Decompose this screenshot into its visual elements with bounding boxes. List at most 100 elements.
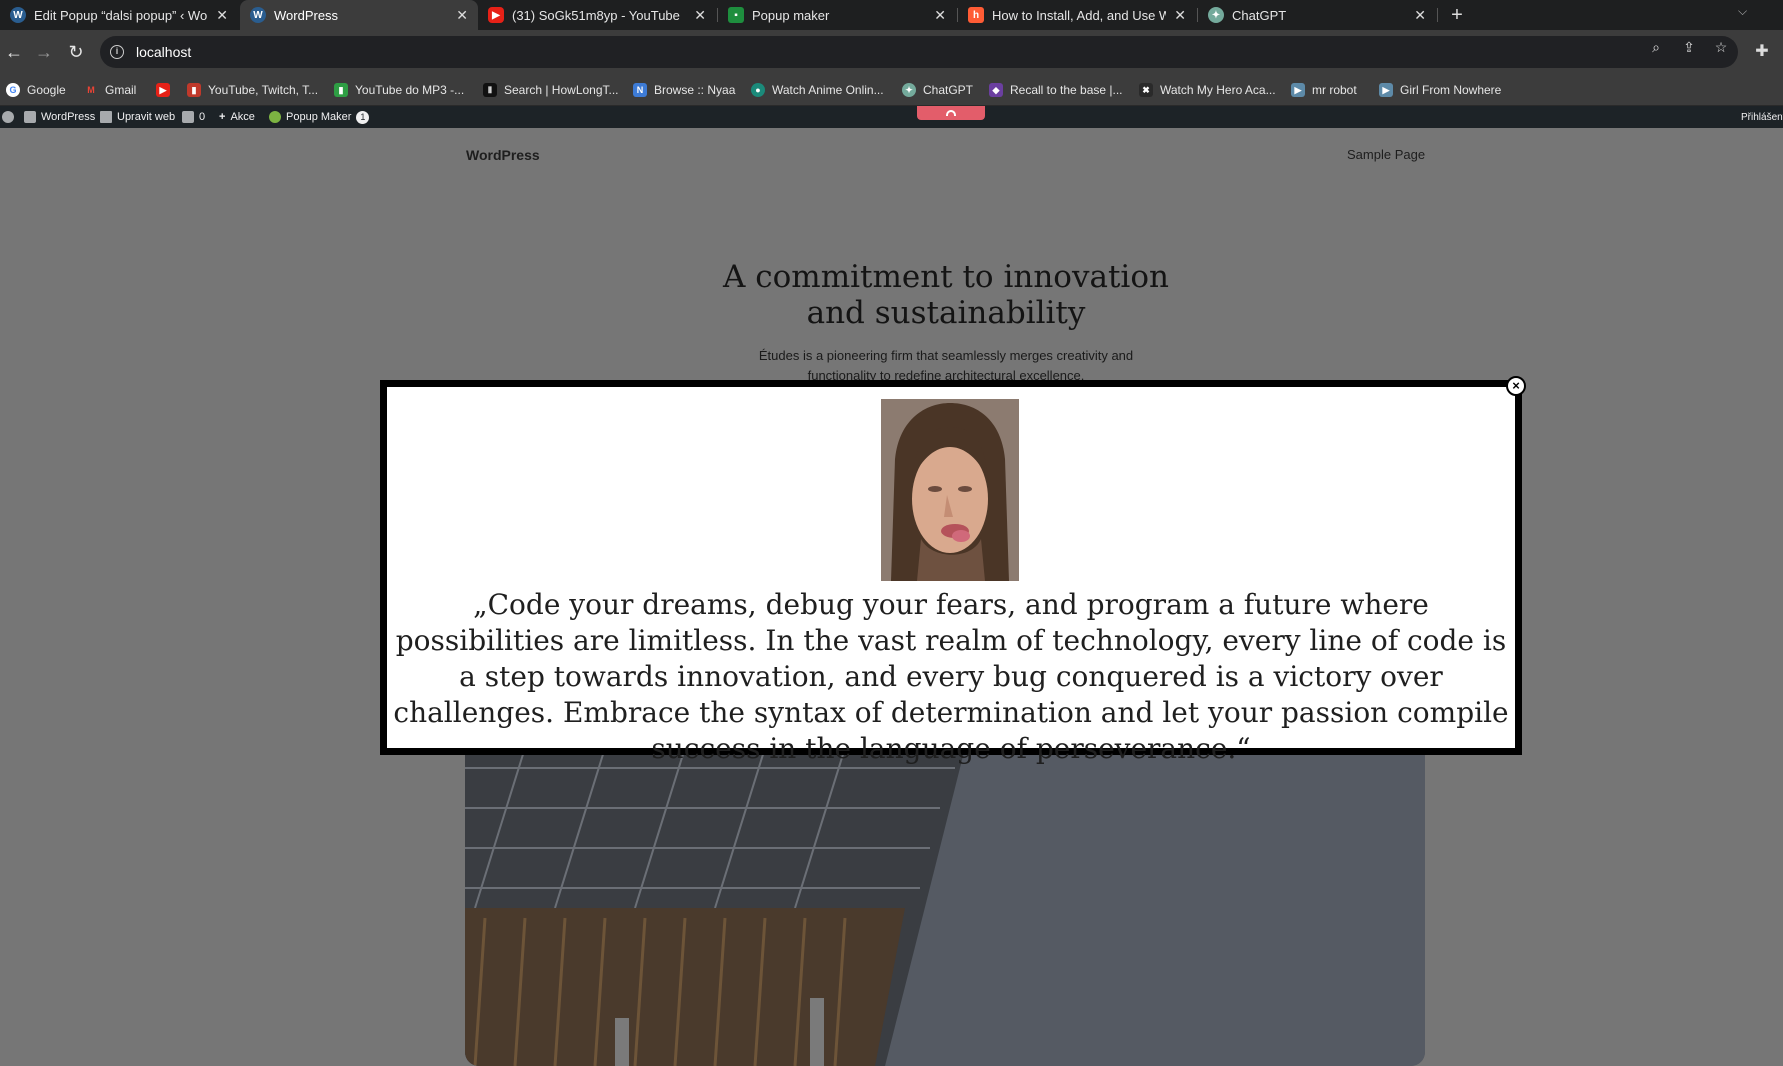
bookmark-label: Google bbox=[27, 83, 66, 97]
bookmark-label: Watch Anime Onlin... bbox=[772, 83, 884, 97]
media-icon: ▶ bbox=[1379, 83, 1393, 97]
close-icon[interactable]: ✕ bbox=[456, 7, 468, 24]
adminbar-customize-label: Upravit web bbox=[117, 111, 176, 123]
chevron-up-icon bbox=[946, 110, 956, 116]
adminbar-comments[interactable]: 0 bbox=[182, 106, 205, 128]
adminbar-site-link[interactable]: WordPress bbox=[24, 106, 95, 128]
tab-edit-popup[interactable]: W Edit Popup “dalsi popup” ‹ Word ✕ bbox=[0, 0, 238, 30]
wordpress-icon bbox=[2, 111, 14, 123]
comment-icon bbox=[182, 111, 194, 123]
portrait-illustration bbox=[881, 399, 1019, 581]
wp-logo-icon[interactable] bbox=[2, 106, 19, 128]
shield-icon: ◆ bbox=[989, 83, 1003, 97]
adminbar-popup-maker[interactable]: Popup Maker 1 bbox=[269, 106, 370, 128]
popup-maker-icon bbox=[269, 111, 281, 123]
nav-sample-page[interactable]: Sample Page bbox=[1347, 147, 1425, 162]
adminbar-customize-link[interactable]: Upravit web bbox=[100, 106, 175, 128]
popup-content: „Code your dreams, debug your fears, and… bbox=[387, 387, 1515, 765]
extensions-puzzle-icon[interactable]: ✚ bbox=[1750, 40, 1774, 64]
bookmark-google[interactable]: G Google bbox=[6, 80, 66, 100]
bookmark-girl-from-nowhere[interactable]: ▶ Girl From Nowhere bbox=[1379, 80, 1501, 100]
wordpress-icon: W bbox=[250, 7, 266, 23]
building-image bbox=[465, 748, 1425, 1066]
bookmark-chatgpt[interactable]: ✦ ChatGPT bbox=[902, 80, 973, 100]
close-icon[interactable]: ✕ bbox=[694, 7, 706, 24]
bookmark-label: Girl From Nowhere bbox=[1400, 83, 1502, 97]
nyaa-icon: N bbox=[633, 83, 647, 97]
adminbar-account[interactable]: Přihlášený bbox=[1741, 106, 1783, 128]
bookmark-label: Browse :: Nyaa bbox=[654, 83, 736, 97]
tab-search-chevron-icon[interactable]: ⌵ bbox=[1738, 4, 1747, 19]
popup-modal: „Code your dreams, debug your fears, and… bbox=[380, 380, 1522, 765]
media-icon: ▶ bbox=[1291, 83, 1305, 97]
bookmark-label: Recall to the base |... bbox=[1010, 83, 1123, 97]
close-icon[interactable]: ✕ bbox=[1174, 7, 1186, 24]
tab-youtube[interactable]: ▶ (31) SoGk51m8yp - YouTube ✕ bbox=[478, 0, 716, 30]
bookmark-label: ChatGPT bbox=[923, 83, 974, 97]
comments-count: 0 bbox=[199, 111, 206, 123]
adminbar-new-label: Akce bbox=[230, 111, 255, 123]
bookmark-mr-robot[interactable]: ▶ mr robot bbox=[1291, 80, 1357, 100]
chart-icon: ▮ bbox=[334, 83, 348, 97]
popup-close-button[interactable]: × bbox=[1506, 376, 1526, 396]
adminbar-site-label: WordPress bbox=[41, 111, 96, 123]
bookmark-youtube[interactable]: ▶ bbox=[156, 80, 177, 100]
close-icon[interactable]: ✕ bbox=[934, 7, 946, 24]
back-arrow-icon[interactable]: ← bbox=[2, 40, 26, 64]
bookmark-youtube-mp3[interactable]: ▮ YouTube do MP3 -... bbox=[334, 80, 464, 100]
bookmark-youtube-twitch[interactable]: ▮ YouTube, Twitch, T... bbox=[187, 80, 318, 100]
wp-admin-bar: WordPress Upravit web 0 + Akce Popup Mak… bbox=[0, 106, 1783, 128]
browser-toolbar: ← → ↻ i localhost ⌕ ⇪ ☆ ✚ bbox=[0, 30, 1783, 74]
adminbar-popup-label: Popup Maker bbox=[286, 111, 352, 123]
tab-label: WordPress bbox=[274, 7, 339, 23]
bookmark-gmail[interactable]: M Gmail bbox=[84, 80, 136, 100]
bookmark-watch-anime[interactable]: ● Watch Anime Onlin... bbox=[751, 80, 884, 100]
bookmark-label: YouTube, Twitch, T... bbox=[208, 83, 319, 97]
classroom-icon: ▪ bbox=[728, 7, 744, 23]
youtube-icon: ▶ bbox=[488, 7, 504, 23]
tab-hubspot[interactable]: h How to Install, Add, and Use Wo ✕ bbox=[958, 0, 1196, 30]
popup-portrait-image bbox=[881, 399, 1019, 581]
hubspot-icon: h bbox=[968, 7, 984, 23]
chatgpt-icon: ✦ bbox=[902, 83, 916, 97]
bookmark-label: Watch My Hero Aca... bbox=[1160, 83, 1276, 97]
popup-trigger-tab[interactable] bbox=[917, 106, 985, 120]
hero-heading: A commitment to innovation and sustainab… bbox=[723, 259, 1169, 331]
site-info-icon[interactable]: i bbox=[110, 45, 124, 59]
close-icon[interactable]: ✕ bbox=[1414, 7, 1426, 24]
hltb-icon: Ⅱ bbox=[483, 83, 497, 97]
site-title[interactable]: WordPress bbox=[466, 147, 540, 163]
tab-label: Edit Popup “dalsi popup” ‹ Word bbox=[34, 7, 209, 23]
bookmark-label: Search | HowLongT... bbox=[504, 83, 619, 97]
bookmarks-bar: G Google M Gmail ▶ ▮ YouTube, Twitch, T.… bbox=[0, 74, 1783, 106]
address-bar[interactable]: i localhost bbox=[100, 36, 1738, 68]
brush-icon bbox=[100, 111, 112, 123]
bookmark-star-icon[interactable]: ☆ bbox=[1712, 38, 1730, 56]
adminbar-new[interactable]: + Akce bbox=[219, 106, 255, 128]
popup-count-badge: 1 bbox=[356, 110, 370, 124]
bookmark-my-hero[interactable]: ✖ Watch My Hero Aca... bbox=[1139, 80, 1276, 100]
tab-separator bbox=[1437, 8, 1438, 22]
bookmark-label: mr robot bbox=[1312, 83, 1357, 97]
tab-popup-maker[interactable]: ▪ Popup maker ✕ bbox=[718, 0, 956, 30]
share-icon[interactable]: ⇪ bbox=[1680, 38, 1698, 56]
anime-icon: ● bbox=[751, 83, 765, 97]
bookmark-recall[interactable]: ◆ Recall to the base |... bbox=[989, 80, 1123, 100]
tab-wordpress[interactable]: W WordPress ✕ bbox=[240, 0, 478, 30]
close-icon[interactable]: ✕ bbox=[216, 7, 228, 24]
gmail-icon: M bbox=[84, 83, 98, 97]
bookmark-label: Gmail bbox=[105, 83, 137, 97]
adminbar-account-label: Přihlášený bbox=[1741, 111, 1783, 123]
tab-chatgpt[interactable]: ✦ ChatGPT ✕ bbox=[1198, 0, 1436, 30]
tab-strip: W Edit Popup “dalsi popup” ‹ Word ✕ W Wo… bbox=[0, 0, 1783, 30]
plus-icon: + bbox=[219, 111, 226, 123]
new-tab-button[interactable]: + bbox=[1444, 2, 1470, 28]
bookmark-howlongtobeat[interactable]: Ⅱ Search | HowLongT... bbox=[483, 80, 619, 100]
url-text: localhost bbox=[136, 44, 192, 60]
zoom-icon[interactable]: ⌕ bbox=[1647, 38, 1665, 56]
chatgpt-icon: ✦ bbox=[1208, 7, 1224, 23]
bookmark-nyaa[interactable]: N Browse :: Nyaa bbox=[633, 80, 735, 100]
reload-icon[interactable]: ↻ bbox=[64, 40, 88, 64]
youtube-icon: ▶ bbox=[156, 83, 170, 97]
forward-arrow-icon[interactable]: → bbox=[32, 40, 56, 64]
